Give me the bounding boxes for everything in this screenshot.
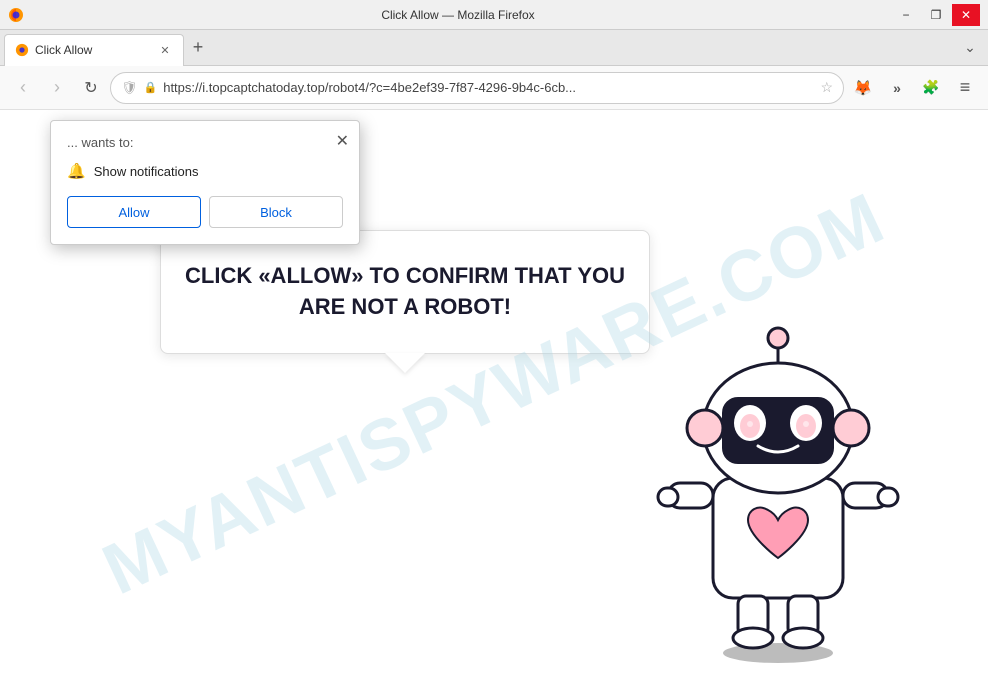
pocket-button[interactable]: 🦊 (848, 73, 878, 103)
block-button[interactable]: Block (209, 196, 343, 228)
popup-buttons: Allow Block (67, 196, 343, 228)
titlebar-title: Click Allow — Mozilla Firefox (24, 8, 892, 22)
bookmark-star-icon[interactable]: ☆ (820, 79, 833, 96)
close-button[interactable]: ✕ (952, 4, 980, 26)
active-tab[interactable]: Click Allow ✕ (4, 34, 184, 66)
address-bar[interactable]: 🛡 🔒 https://i.topcaptchatoday.top/robot4… (110, 72, 844, 104)
permission-label: Show notifications (94, 164, 199, 179)
tab-chevron-button[interactable]: ⌄ (956, 34, 984, 62)
titlebar-controls: − ❐ ✕ (892, 4, 980, 26)
tab-favicon (15, 43, 29, 57)
firefox-icon (8, 7, 24, 23)
forward-button[interactable]: › (42, 73, 72, 103)
speech-bubble-text: CLICK «ALLOW» TO CONFIRM THAT YOU ARE NO… (181, 261, 629, 323)
lock-icon: 🔒 (144, 81, 158, 94)
allow-button[interactable]: Allow (67, 196, 201, 228)
popup-close-button[interactable]: ✕ (336, 131, 349, 151)
tab-close-button[interactable]: ✕ (157, 42, 173, 58)
nav-extras: 🦊 » 🧩 ≡ (848, 73, 980, 103)
restore-button[interactable]: ❐ (922, 4, 950, 26)
popup-permission-row: 🔔 Show notifications (67, 162, 343, 180)
popup-header: ... wants to: (67, 135, 343, 150)
tab-label: Click Allow (35, 43, 92, 57)
url-text: https://i.topcaptchatoday.top/robot4/?c=… (163, 80, 814, 95)
shield-icon: 🛡 (121, 80, 138, 96)
bell-icon: 🔔 (67, 162, 86, 180)
tabbar-right: ⌄ (956, 34, 984, 62)
tabbar: Click Allow ✕ + ⌄ (0, 30, 988, 66)
titlebar: Click Allow — Mozilla Firefox − ❐ ✕ (0, 0, 988, 30)
notification-permission-popup: ✕ ... wants to: 🔔 Show notifications All… (50, 120, 360, 245)
robot-svg (618, 288, 938, 668)
menu-button[interactable]: ≡ (950, 73, 980, 103)
minimize-button[interactable]: − (892, 4, 920, 26)
new-tab-button[interactable]: + (184, 34, 212, 62)
speech-bubble: CLICK «ALLOW» TO CONFIRM THAT YOU ARE NO… (160, 230, 650, 354)
browser-content: MYANTISPYWARE.COM ✕ ... wants to: 🔔 Show… (0, 110, 988, 678)
navbar: ‹ › ↻ 🛡 🔒 https://i.topcaptchatoday.top/… (0, 66, 988, 110)
titlebar-left (8, 7, 24, 23)
speech-bubble-container: CLICK «ALLOW» TO CONFIRM THAT YOU ARE NO… (160, 230, 650, 354)
back-button[interactable]: ‹ (8, 73, 38, 103)
reload-button[interactable]: ↻ (76, 73, 106, 103)
robot-illustration (618, 288, 938, 668)
more-tools-button[interactable]: » (882, 73, 912, 103)
extensions-button[interactable]: 🧩 (916, 73, 946, 103)
